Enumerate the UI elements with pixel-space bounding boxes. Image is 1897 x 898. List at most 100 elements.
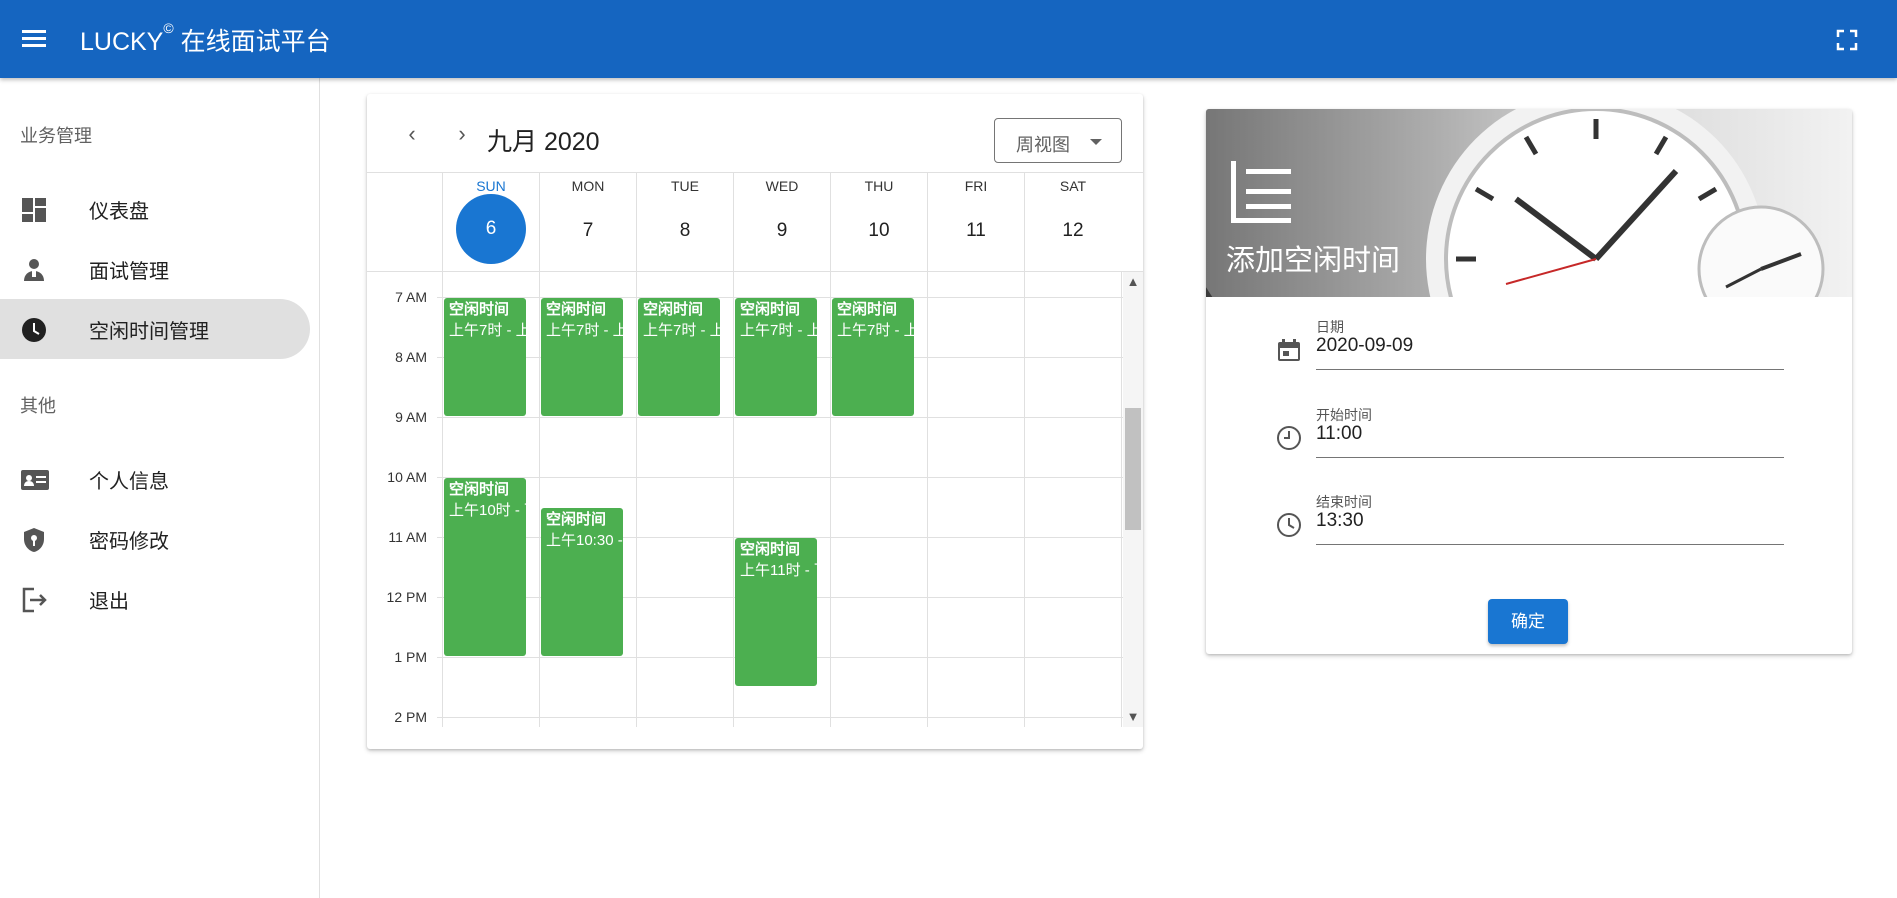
section-other: 其他 [20,396,56,416]
sidebar-item-label: 退出 [89,590,129,613]
day-date[interactable]: 12 [1038,211,1108,281]
logout-icon [20,586,48,614]
scroll-up-icon[interactable]: ▲ [1123,272,1143,292]
section-business: 业务管理 [20,126,92,146]
event-time-range: 上午10:30 - 下午1时 [546,532,623,549]
sidebar-item-label: 空闲时间管理 [89,320,209,343]
menu-icon[interactable] [20,27,48,51]
event-title: 空闲时间 [546,511,607,528]
free-time-event[interactable]: 空闲时间上午7时 - 上午9时 [735,298,817,416]
hour-label: 10 AM [387,469,427,485]
sidebar-item-label: 个人信息 [89,470,169,493]
day-header[interactable]: THU 10 [830,173,927,273]
hour-label: 7 AM [395,289,427,305]
calendar-card: ‹ › 九月 2020 周视图 SUN 6 MON 7 TUE 8 WED 9 … [367,94,1143,749]
interviewer-icon [20,256,48,284]
event-title: 空闲时间 [449,481,510,498]
day-header[interactable]: FRI 11 [927,173,1024,273]
clock-outline-icon [1276,512,1302,538]
calendar-grid[interactable]: 7 AM 8 AM 9 AM 10 AM 11 AM 12 PM 1 PM 2 PM 空闲时间上… [367,272,1123,727]
day-header[interactable]: WED 9 [733,173,830,273]
view-select-value: 周视图 [1016,135,1070,155]
day-weekday: MON [571,178,605,194]
confirm-button[interactable]: 确定 [1488,599,1568,644]
app-title-mark: © [163,20,174,36]
start-time-field[interactable]: 开始时间 11:00 [1276,405,1796,465]
shield-key-icon [20,526,48,554]
end-time-underline [1316,544,1784,545]
chevron-down-icon [1090,139,1102,145]
app-title-rest: 在线面试平台 [173,28,331,56]
event-title: 空闲时间 [837,301,898,318]
date-underline [1316,369,1784,370]
dashboard-icon [20,196,48,224]
free-time-event[interactable]: 空闲时间上午7时 - 上午9时 [638,298,720,416]
start-time-input[interactable]: 11:00 [1316,423,1362,445]
sidebar-item-password[interactable]: 密码修改 [0,509,310,569]
calendar-scrollbar[interactable]: ▲ ▼ [1123,272,1143,727]
fullscreen-icon[interactable] [1836,29,1858,51]
app-title: LUCKY© 在线面试平台 [80,20,331,58]
event-title: 空闲时间 [643,301,704,318]
event-time-range: 上午7时 - 上午9时 [643,322,720,339]
add-free-time-card: 添加空闲时间 日期 2020-09-09 开始时间 11:00 结束时间 13:… [1206,109,1852,654]
day-header[interactable]: TUE 8 [636,173,733,273]
date-field[interactable]: 日期 2020-09-09 [1276,317,1796,377]
day-date[interactable]: 7 [553,211,623,281]
scrollbar-thumb[interactable] [1125,408,1141,530]
next-week-button[interactable]: › [447,119,477,149]
sidebar-item-logout[interactable]: 退出 [0,569,310,629]
sidebar-item-profile[interactable]: 个人信息 [0,449,310,509]
sidebar-item-dashboard[interactable]: 仪表盘 [0,179,310,239]
day-gridline [442,272,443,727]
free-time-event[interactable]: 空闲时间上午7时 - 上午9时 [541,298,623,416]
event-title: 空闲时间 [740,301,801,318]
day-date[interactable]: 9 [747,211,817,281]
calendar-icon [1276,337,1302,363]
app-bar: LUCKY© 在线面试平台 [0,0,1897,78]
date-input[interactable]: 2020-09-09 [1316,335,1413,357]
day-date[interactable]: 6 [456,194,526,264]
hour-label: 9 AM [395,409,427,425]
prev-week-button[interactable]: ‹ [397,119,427,149]
sidebar: 业务管理 仪表盘 面试管理 空闲时间管理 其他 个人信息 密码修改 退出 [0,78,320,898]
day-date[interactable]: 11 [941,211,1011,281]
day-date[interactable]: 10 [844,211,914,281]
event-time-range: 上午7时 - 上午9时 [546,322,623,339]
app-title-main: LUCKY [80,28,164,56]
event-time-range: 上午11时 - 下午1:30 [740,562,817,579]
scroll-down-icon[interactable]: ▼ [1123,707,1143,727]
clock-icon [20,316,48,344]
day-date[interactable]: 8 [650,211,720,281]
free-time-event[interactable]: 空闲时间上午10时 - 下午1时 [444,478,526,656]
sidebar-item-label: 仪表盘 [89,200,149,223]
clock-outline-icon [1276,425,1302,451]
day-weekday: FRI [964,178,988,194]
hour-label: 1 PM [394,649,427,665]
calendar-day-header: SUN 6 MON 7 TUE 8 WED 9 THU 10 FRI 11 SA… [367,172,1143,273]
day-weekday: WED [765,178,799,194]
sidebar-item-interviews[interactable]: 面试管理 [0,239,310,299]
event-title: 空闲时间 [449,301,510,318]
event-title: 空闲时间 [740,541,801,558]
day-header[interactable]: MON 7 [539,173,636,273]
sidebar-item-label: 面试管理 [89,260,169,283]
free-time-event[interactable]: 空闲时间上午11时 - 下午1:30 [735,538,817,686]
event-title: 空闲时间 [546,301,607,318]
end-time-input[interactable]: 13:30 [1316,510,1364,532]
free-time-event[interactable]: 空闲时间上午7时 - 上午9时 [832,298,914,416]
day-header[interactable]: SUN 6 [442,173,539,273]
end-time-label: 结束时间 [1316,494,1372,510]
sidebar-item-free-time[interactable]: 空闲时间管理 [0,299,310,359]
clock-banner-image: 添加空闲时间 [1206,109,1852,297]
day-gridline [539,272,540,727]
view-select[interactable]: 周视图 [994,118,1122,163]
free-time-event[interactable]: 空闲时间上午10:30 - 下午1时 [541,508,623,656]
sidebar-item-label: 密码修改 [89,530,169,553]
day-header[interactable]: SAT 12 [1024,173,1121,273]
event-time-range: 上午7时 - 上午9时 [449,322,526,339]
day-gridline [733,272,734,727]
end-time-field[interactable]: 结束时间 13:30 [1276,492,1796,552]
free-time-event[interactable]: 空闲时间上午7时 - 上午9时 [444,298,526,416]
day-gridline [830,272,831,727]
